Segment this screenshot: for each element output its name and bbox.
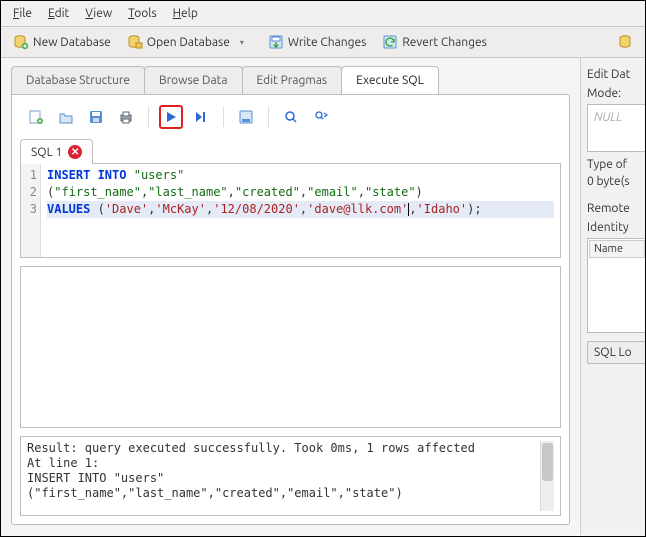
bytes-label: 0 byte(s [587, 175, 641, 188]
save-result-button[interactable] [234, 105, 258, 129]
remote-label: Remote [587, 202, 641, 215]
db-open-icon [127, 34, 143, 50]
result-log[interactable]: Result: query executed successfully. Too… [20, 436, 561, 516]
sql-editor[interactable]: 1 2 3 INSERT INTO "users"("first_name","… [20, 163, 561, 258]
type-label: Type of [587, 158, 641, 171]
sql-tab-label: SQL 1 [31, 146, 62, 159]
toolbar-right-button[interactable] [611, 31, 639, 53]
new-sql-tab-button[interactable] [24, 105, 48, 129]
results-grid[interactable] [20, 266, 561, 428]
find-replace-button[interactable] [309, 105, 333, 129]
cell-value-box[interactable]: NULL [587, 104, 645, 152]
execute-sql-button[interactable] [159, 105, 183, 129]
open-sql-button[interactable] [54, 105, 78, 129]
menu-tools[interactable]: Tools [120, 3, 165, 24]
tab-browse-data[interactable]: Browse Data [144, 66, 243, 94]
open-database-button[interactable]: Open Database [121, 31, 236, 53]
menubar: File Edit View Tools Help [1, 1, 645, 27]
execute-sql-panel: SQL 1 ✕ 1 2 3 INSERT INTO "users"("first… [11, 94, 570, 525]
new-database-button[interactable]: New Database [7, 31, 117, 53]
open-db-dropdown[interactable]: ▾ [238, 38, 246, 47]
editor-code[interactable]: INSERT INTO "users"("first_name","last_n… [41, 164, 560, 257]
tab-execute-sql[interactable]: Execute SQL [341, 66, 439, 94]
menu-file[interactable]: File [5, 3, 40, 24]
revert-changes-button[interactable]: Revert Changes [376, 31, 493, 53]
execute-current-line-button[interactable] [189, 105, 213, 129]
revert-changes-icon [382, 34, 398, 50]
write-changes-icon [268, 34, 284, 50]
db-new-icon [13, 34, 29, 50]
db-right-icon [617, 34, 633, 50]
close-tab-icon[interactable]: ✕ [68, 145, 82, 159]
write-changes-button[interactable]: Write Changes [262, 31, 372, 53]
tab-edit-pragmas[interactable]: Edit Pragmas [242, 66, 343, 94]
identity-label: Identity [587, 221, 641, 234]
result-scrollbar[interactable] [540, 441, 554, 511]
menu-edit[interactable]: Edit [40, 3, 77, 24]
save-sql-button[interactable] [84, 105, 108, 129]
editor-gutter: 1 2 3 [21, 164, 41, 257]
menu-view[interactable]: View [77, 3, 120, 24]
revert-changes-label: Revert Changes [402, 36, 487, 49]
identity-name-header: Name [589, 240, 645, 258]
open-db-label: Open Database [147, 36, 230, 49]
sql-log-button[interactable]: SQL Lo [587, 341, 645, 364]
mode-label: Mode: [587, 87, 641, 100]
sql-toolbar [20, 103, 561, 131]
identity-list[interactable]: Name [587, 238, 645, 333]
result-log-text: Result: query executed successfully. Too… [27, 441, 540, 511]
write-changes-label: Write Changes [288, 36, 366, 49]
sql-editor-tab-1[interactable]: SQL 1 ✕ [20, 139, 93, 164]
main-toolbar: New Database Open Database ▾ Write Chang… [1, 27, 645, 58]
tab-db-structure[interactable]: Database Structure [11, 66, 145, 94]
find-button[interactable] [279, 105, 303, 129]
side-panel: Edit Dat Mode: NULL Type of 0 byte(s Rem… [580, 58, 645, 535]
new-db-label: New Database [33, 36, 111, 49]
print-sql-button[interactable] [114, 105, 138, 129]
menu-help[interactable]: Help [165, 3, 206, 24]
side-title: Edit Dat [587, 68, 641, 81]
main-tabs: Database Structure Browse Data Edit Prag… [11, 66, 570, 94]
